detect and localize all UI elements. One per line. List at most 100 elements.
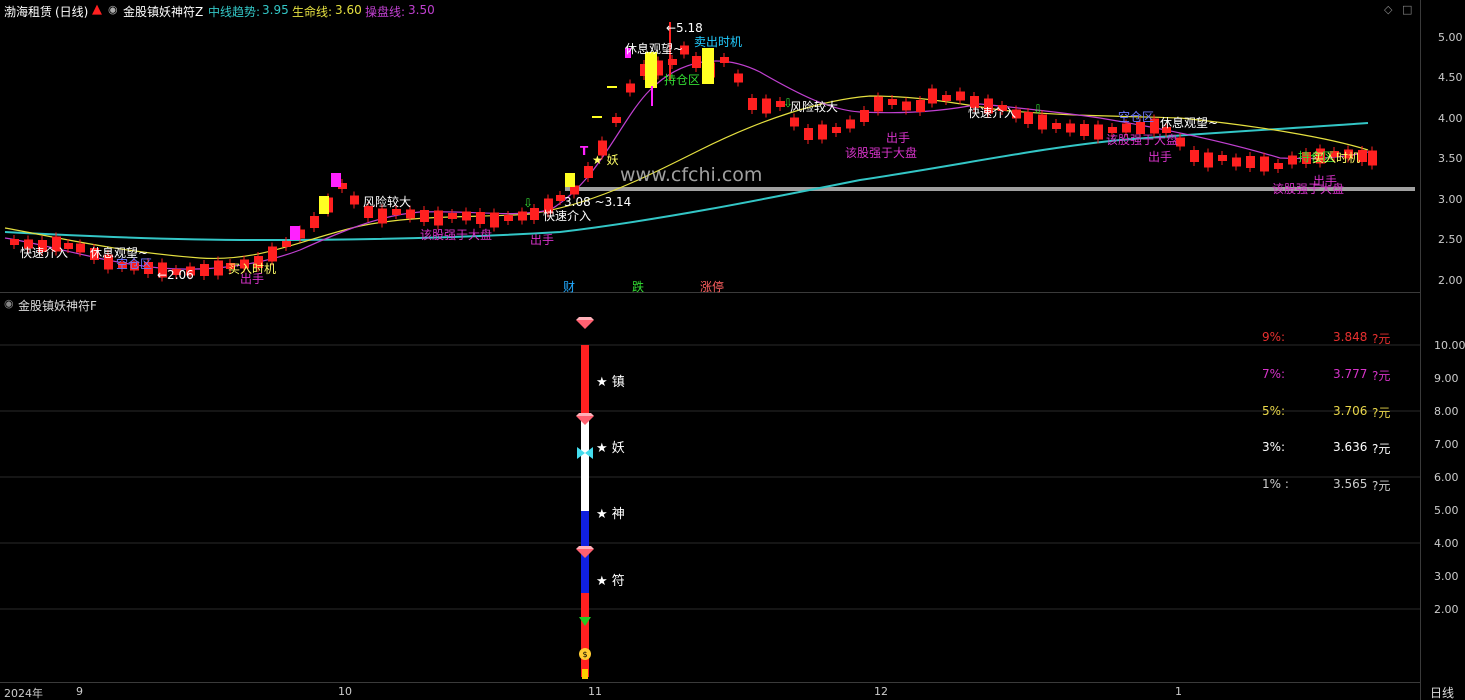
candle-body: [720, 57, 729, 63]
exit-label: 出手: [1148, 150, 1173, 164]
candle-body: [504, 215, 513, 221]
candle-body: [1368, 150, 1377, 166]
yellow-block: [702, 48, 714, 84]
char-zhen: ★ 镇: [596, 375, 625, 390]
candle-body: [282, 241, 291, 247]
candle-body: [902, 101, 911, 111]
candle-body: [518, 211, 527, 221]
month-label: 9: [76, 685, 83, 698]
target-unit: ?元: [1372, 442, 1391, 456]
rest-watch-label: 休息观望~: [625, 42, 684, 56]
candle-body: [1246, 156, 1255, 168]
empty-zone-label: 空仓区: [1118, 110, 1155, 124]
candle-body: [916, 100, 925, 112]
yellow-block: [645, 52, 657, 88]
target-price: 3.636: [1333, 440, 1368, 454]
column-red-segment: [581, 593, 589, 677]
char-yao: ★ 妖: [596, 441, 625, 456]
stronger-than-market-label: 该股强于大盘: [1106, 133, 1179, 147]
target-price: 3.848: [1333, 330, 1368, 344]
down-arrow-icon: ⇩: [1033, 102, 1044, 116]
candle-body: [10, 239, 19, 245]
candle-body: [1024, 112, 1033, 124]
diamond-icon: [576, 317, 594, 329]
candle-body: [942, 95, 951, 101]
target-pct: 5%:: [1262, 404, 1286, 418]
candle-body: [462, 211, 471, 221]
target-unit: ?元: [1372, 369, 1391, 383]
yellow-block: [319, 196, 329, 214]
candle-body: [762, 98, 771, 114]
target-unit: ?元: [1372, 332, 1391, 346]
oscillator-chart: $: [0, 317, 1420, 679]
candle-body: [1260, 156, 1269, 172]
target-price: 3.565: [1333, 477, 1368, 491]
candle-body: [310, 216, 319, 228]
stronger-than-market-label: 该股强于大盘: [845, 146, 918, 160]
stronger-than-market-label: 该股强于大盘: [420, 228, 493, 242]
fast-entry-label: 快速介入: [543, 209, 592, 223]
candle-body: [874, 96, 883, 112]
green-arrow-icon: [579, 617, 591, 626]
year-label: 2024年: [4, 687, 43, 700]
money-bag-icon: $: [579, 648, 591, 660]
target-pct: 3%:: [1262, 440, 1286, 454]
candle-body: [448, 213, 457, 219]
candle-body: [1066, 123, 1075, 133]
month-label: 12: [874, 685, 888, 698]
yellow-block: [565, 173, 575, 187]
low-price-label: ←2.06: [157, 268, 194, 282]
candle-body: [214, 260, 223, 276]
candle-body: [790, 117, 799, 127]
candle-body: [818, 124, 827, 140]
candle-body: [420, 210, 429, 222]
month-label: 1: [1175, 685, 1182, 698]
watermark: www.cfchi.com: [620, 164, 763, 186]
candle-body: [1094, 124, 1103, 140]
candle-body: [1080, 124, 1089, 136]
month-label: 10: [338, 685, 352, 698]
target-pct: 9%:: [1262, 330, 1286, 344]
candle-body: [846, 119, 855, 129]
exit-label: 出手: [240, 272, 265, 286]
target-pct: 7%:: [1262, 367, 1286, 381]
target-price: 3.777: [1333, 367, 1368, 381]
target-unit: ?元: [1372, 406, 1391, 420]
candle-body: [200, 264, 209, 276]
candle-body: [832, 127, 841, 133]
candle-body: [734, 73, 743, 83]
candle-body: [1274, 163, 1283, 169]
sell-time-label: 卖出时机: [694, 35, 743, 49]
price-range-label: 3.08 ~3.14: [564, 195, 632, 209]
risk-label: 风险较大: [790, 100, 839, 114]
candle-body: [434, 210, 443, 226]
fast-entry-label: 快速介入: [968, 106, 1017, 120]
magenta-block: [331, 173, 341, 187]
candle-body: [860, 110, 869, 122]
candle-body: [76, 243, 85, 253]
candle-body: [476, 212, 485, 224]
price-axis-divider: [1420, 0, 1421, 700]
candle-body: [1204, 152, 1213, 168]
column-red-segment: [581, 345, 589, 419]
candle-body: [748, 98, 757, 110]
candle-body: [378, 208, 387, 224]
exit-label: 出手: [886, 131, 911, 145]
fast-entry-label: 快速介入: [20, 246, 69, 260]
candle-body: [692, 56, 701, 68]
column-white-segment: [581, 419, 589, 511]
candle-body: [1288, 155, 1297, 165]
risk-label: 风险较大: [363, 195, 412, 209]
candle-body: [928, 88, 937, 104]
candle-body: [626, 83, 635, 93]
diamond-icon: [576, 413, 594, 425]
target-unit: ?元: [1372, 479, 1391, 493]
candle-body: [612, 117, 621, 123]
month-label: 11: [588, 685, 602, 698]
char-fu: ★ 符: [596, 574, 625, 589]
candle-body: [350, 195, 359, 205]
exit-label: 出手: [530, 233, 555, 247]
candle-body: [1218, 155, 1227, 161]
rest-watch-label: 休息观望~: [1160, 116, 1219, 130]
period-button[interactable]: 日线: [1430, 684, 1454, 700]
